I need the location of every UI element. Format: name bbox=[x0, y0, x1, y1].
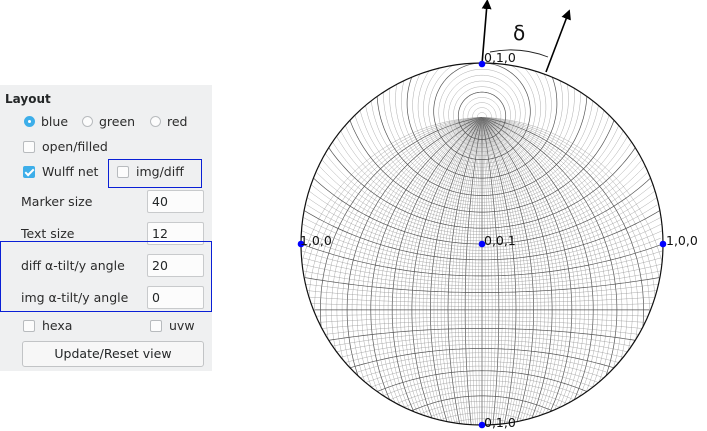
pole-label-center: 0,0,1 bbox=[484, 233, 516, 248]
pole-label-left: 1,0,0 bbox=[300, 233, 332, 248]
pole-label-top: 0,1,0 bbox=[484, 50, 516, 65]
wulff-net-line bbox=[331, 117, 483, 359]
pole-label-right: 1,0,0 bbox=[666, 233, 698, 248]
wulff-net-line bbox=[411, 117, 483, 423]
wulff-net-line bbox=[447, 117, 483, 425]
delta-label: δ bbox=[513, 21, 525, 45]
stereographic-projection[interactable]: δ 0,1,0 0,1,0 1,0,0 1,0,0 0,0,1 bbox=[0, 0, 707, 431]
wulff-net-line bbox=[481, 117, 553, 423]
tilted-axis-arrow bbox=[545, 9, 571, 73]
pole-label-bottom: 0,1,0 bbox=[484, 415, 516, 430]
wulff-net-line bbox=[481, 117, 517, 425]
